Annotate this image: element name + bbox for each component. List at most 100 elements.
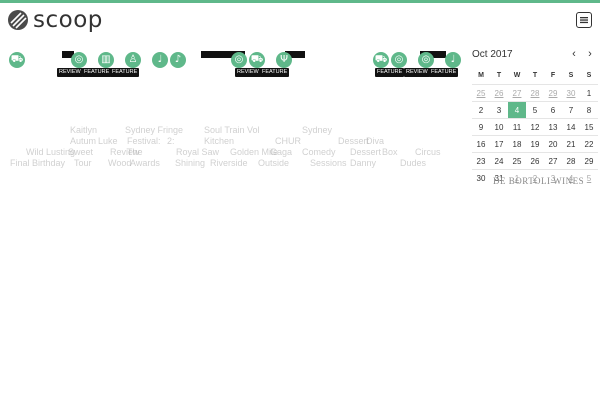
article-title-fragment[interactable]: Royal Saw (176, 147, 219, 158)
calendar-day[interactable]: 12 (526, 118, 544, 136)
article-title-fragment[interactable]: Luke (98, 136, 118, 147)
calendar-day[interactable]: 16 (472, 135, 490, 153)
sponsor-logo[interactable]: DE BORTOLI WINES (493, 176, 584, 186)
article-title-fragment[interactable]: Sweet (68, 147, 93, 158)
article-title-fragment[interactable]: Gaga (270, 147, 292, 158)
article-title-fragment[interactable]: Wood (108, 158, 131, 169)
calendar-day[interactable]: 13 (544, 118, 562, 136)
calendar-day-today[interactable]: 4 (508, 101, 526, 119)
fork-icon[interactable]: Ψ (276, 52, 292, 68)
calendar-weekday-label: S (568, 71, 574, 79)
calendar-day[interactable]: 11 (508, 118, 526, 136)
article-title-fragment[interactable]: Festival: (127, 136, 161, 147)
article-title-fragment[interactable]: Sessions (310, 158, 347, 169)
calendar-day[interactable]: 22 (580, 135, 598, 153)
calendar-day[interactable]: 20 (544, 135, 562, 153)
review-badge[interactable]: REVIEW (404, 68, 430, 77)
article-title-fragment[interactable]: Sydney (302, 125, 332, 136)
calendar-week-row: 9 10 11 12 13 14 15 (472, 118, 598, 136)
disc-icon[interactable]: ◎ (231, 52, 247, 68)
suitcase-icon[interactable]: ⛟ (373, 52, 389, 68)
calendar-day[interactable]: 9 (472, 118, 490, 136)
calendar-day[interactable]: 2 (472, 101, 490, 119)
feature-badge[interactable]: FEATURE (260, 68, 290, 77)
dance-icon[interactable]: ♪ (170, 52, 186, 68)
review-badge[interactable]: REVIEW (57, 68, 83, 77)
calendar-day[interactable]: 27 (508, 84, 526, 102)
chevron-left-icon[interactable]: ‹ (566, 48, 582, 60)
article-title-fragment[interactable]: The (127, 147, 143, 158)
calendar-day[interactable]: 27 (544, 152, 562, 170)
suitcase-icon[interactable]: ⛟ (249, 52, 265, 68)
article-title-fragment[interactable]: Autum (70, 136, 96, 147)
calendar-day[interactable]: 10 (490, 118, 508, 136)
book-icon[interactable]: ▥ (98, 52, 114, 68)
article-title-fragment[interactable]: Dudes (400, 158, 426, 169)
calendar-day[interactable]: 8 (580, 101, 598, 119)
calendar-day[interactable]: 23 (472, 152, 490, 170)
calendar-day[interactable]: 29 (544, 84, 562, 102)
calendar-day[interactable]: 24 (490, 152, 508, 170)
article-title-fragment[interactable]: Kaitlyn (70, 125, 97, 136)
article-title-fragment[interactable]: Dessert (350, 147, 381, 158)
menu-button[interactable] (576, 12, 592, 28)
article-title-fragment[interactable]: Dessert (338, 136, 369, 147)
calendar-day[interactable]: 26 (490, 84, 508, 102)
chevron-right-icon[interactable]: › (582, 48, 598, 60)
calendar-weekday-label: S (586, 71, 592, 79)
article-title-fragment[interactable]: 2: (167, 136, 175, 147)
brand-logo[interactable]: scoop (8, 9, 103, 32)
review-badge[interactable]: REVIEW (235, 68, 261, 77)
calendar-day[interactable]: 14 (562, 118, 580, 136)
article-title-fragment[interactable]: Tour (74, 158, 92, 169)
top-accent-bar (0, 0, 600, 3)
feature-badge[interactable]: FEATURE (82, 68, 112, 77)
hamburger-icon (580, 17, 588, 24)
calendar-month-title: Oct 2017 (472, 48, 513, 60)
calendar-day[interactable]: 5 (526, 101, 544, 119)
feature-badge[interactable]: FEATURE (429, 68, 459, 77)
calendar-day[interactable]: 17 (490, 135, 508, 153)
suitcase-icon[interactable]: ⛟ (9, 52, 25, 68)
calendar-day[interactable]: 19 (526, 135, 544, 153)
article-title-fragment[interactable]: Awards (130, 158, 160, 169)
feature-badge[interactable]: FEATURE (375, 68, 405, 77)
article-title-fragment[interactable]: Box (382, 147, 398, 158)
calendar-day[interactable]: 28 (526, 84, 544, 102)
article-title-fragment[interactable]: Soul Train Vol (204, 125, 260, 136)
article-title-fragment[interactable]: Diva (366, 136, 384, 147)
calendar-day[interactable]: 21 (562, 135, 580, 153)
calendar-day[interactable]: 29 (580, 152, 598, 170)
article-title-fragment[interactable]: CHUR (275, 136, 301, 147)
article-title-fragment[interactable]: Kitchen (204, 136, 234, 147)
calendar-day[interactable]: 28 (562, 152, 580, 170)
compass-icon[interactable]: ◎ (391, 52, 407, 68)
article-title-fragment[interactable]: Outside (258, 158, 289, 169)
calendar-day[interactable]: 30 (472, 169, 490, 186)
article-title-fragment[interactable]: Danny (350, 158, 376, 169)
article-title-fragment[interactable]: Final Birthday (10, 158, 65, 169)
calendar-day[interactable]: 25 (508, 152, 526, 170)
calendar-weekday-label: W (513, 71, 521, 79)
calendar-grid: MTWTFSS 25 26 27 28 29 30 1 2 3 4 5 6 7 8 9 10 11 12 13 14 1… (472, 66, 598, 186)
calendar-day[interactable]: 1 (580, 84, 598, 102)
disc-icon[interactable]: ◎ (418, 52, 434, 68)
calendar-day[interactable]: 15 (580, 118, 598, 136)
guitar-icon[interactable]: ♩ (445, 52, 461, 68)
article-title-fragment[interactable]: Circus (415, 147, 441, 158)
calendar-day[interactable]: 3 (490, 101, 508, 119)
article-title-fragment[interactable]: Riverside (210, 158, 248, 169)
article-title-fragment[interactable]: Comedy (302, 147, 336, 158)
feature-badge[interactable]: FEATURE (110, 68, 140, 77)
calendar-day[interactable]: 6 (544, 101, 562, 119)
guitar-icon[interactable]: ♩ (152, 52, 168, 68)
calendar-day[interactable]: 18 (508, 135, 526, 153)
calendar-day[interactable]: 25 (472, 84, 490, 102)
article-title-fragment[interactable]: Sydney Fringe (125, 125, 183, 136)
calendar-day[interactable]: 30 (562, 84, 580, 102)
calendar-day[interactable]: 7 (562, 101, 580, 119)
person-icon[interactable]: ♙ (125, 52, 141, 68)
article-title-fragment[interactable]: Shining (175, 158, 205, 169)
disc-icon[interactable]: ◎ (71, 52, 87, 68)
calendar-day[interactable]: 26 (526, 152, 544, 170)
